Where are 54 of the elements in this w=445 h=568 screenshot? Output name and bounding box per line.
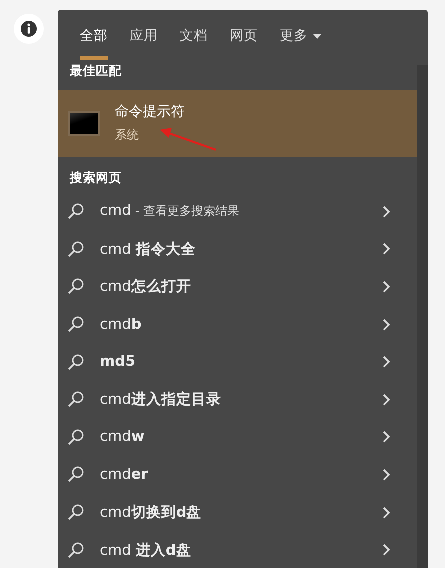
chevron-icon xyxy=(383,243,391,256)
search-suggestion[interactable]: cmdb xyxy=(58,306,417,344)
suggestion-text: cmdw xyxy=(100,429,145,446)
search-suggestion[interactable]: cmd - 查看更多搜索结果 xyxy=(58,193,417,231)
search-icon xyxy=(68,466,84,484)
suggestion-text: md5 xyxy=(100,354,136,370)
suggestion-text: cmd 指令大全 xyxy=(100,242,196,258)
chevron-icon xyxy=(383,356,391,368)
chevron-icon xyxy=(383,280,391,293)
tab[interactable]: 全部 xyxy=(80,26,108,60)
chevron-icon xyxy=(383,394,391,406)
chevron-icon xyxy=(383,468,391,481)
search-icon xyxy=(68,240,84,258)
app-category: 系统 xyxy=(115,127,140,144)
terminal-icon xyxy=(68,111,100,136)
chevron-icon xyxy=(383,431,391,444)
tab[interactable]: 文档 xyxy=(180,26,208,60)
chevron-icon xyxy=(383,206,391,218)
search-suggestion[interactable]: cmdw xyxy=(58,418,417,456)
search-suggestion[interactable]: cmd进入指定目录 xyxy=(58,380,417,419)
search-icon xyxy=(68,428,84,446)
search-suggestion[interactable]: cmd怎么打开 xyxy=(58,268,417,306)
query-text: cmd xyxy=(100,203,132,220)
info-icon[interactable] xyxy=(14,14,44,44)
search-icon xyxy=(68,542,84,559)
tab[interactable]: 网页 xyxy=(230,26,258,60)
section-heading: 最佳匹配 xyxy=(69,62,123,80)
search-icon xyxy=(68,316,84,334)
suggestion-text: cmdb xyxy=(100,316,142,333)
search-icon xyxy=(68,391,84,408)
suggestion-text: cmd怎么打开 xyxy=(100,279,192,296)
search-suggestion[interactable]: cmd 进入d盘 xyxy=(58,531,417,568)
section-heading: 搜索网页 xyxy=(68,169,123,187)
suggestion-text: cmd切换到d盘 xyxy=(100,505,202,522)
search-suggestion[interactable]: cmd 指令大全 xyxy=(58,230,417,268)
search-icon xyxy=(68,278,84,296)
chevron-icon xyxy=(383,544,391,556)
chevron-icon xyxy=(383,318,391,331)
search-suggestion[interactable]: cmd切换到d盘 xyxy=(58,494,417,532)
scrollbar[interactable] xyxy=(417,65,428,568)
search-icon xyxy=(68,203,84,220)
tab[interactable]: 更多 xyxy=(280,26,322,60)
suggestion-text: cmd进入指定目录 xyxy=(100,392,222,408)
app-title: 命令提示符 xyxy=(115,103,185,121)
tab[interactable]: 应用 xyxy=(130,26,158,60)
search-suggestion[interactable]: cmder xyxy=(58,456,417,494)
best-match-item[interactable]: 命令提示符 系统 xyxy=(58,90,417,157)
search-icon xyxy=(68,504,84,522)
suggestion-text: cmd 进入d盘 xyxy=(100,542,192,559)
more-results-text: - 查看更多搜索结果 xyxy=(135,204,240,218)
chevron-icon xyxy=(383,506,391,519)
search-icon xyxy=(68,354,84,371)
suggestion-text: cmder xyxy=(100,466,148,483)
search-suggestion[interactable]: md5 xyxy=(58,343,417,381)
